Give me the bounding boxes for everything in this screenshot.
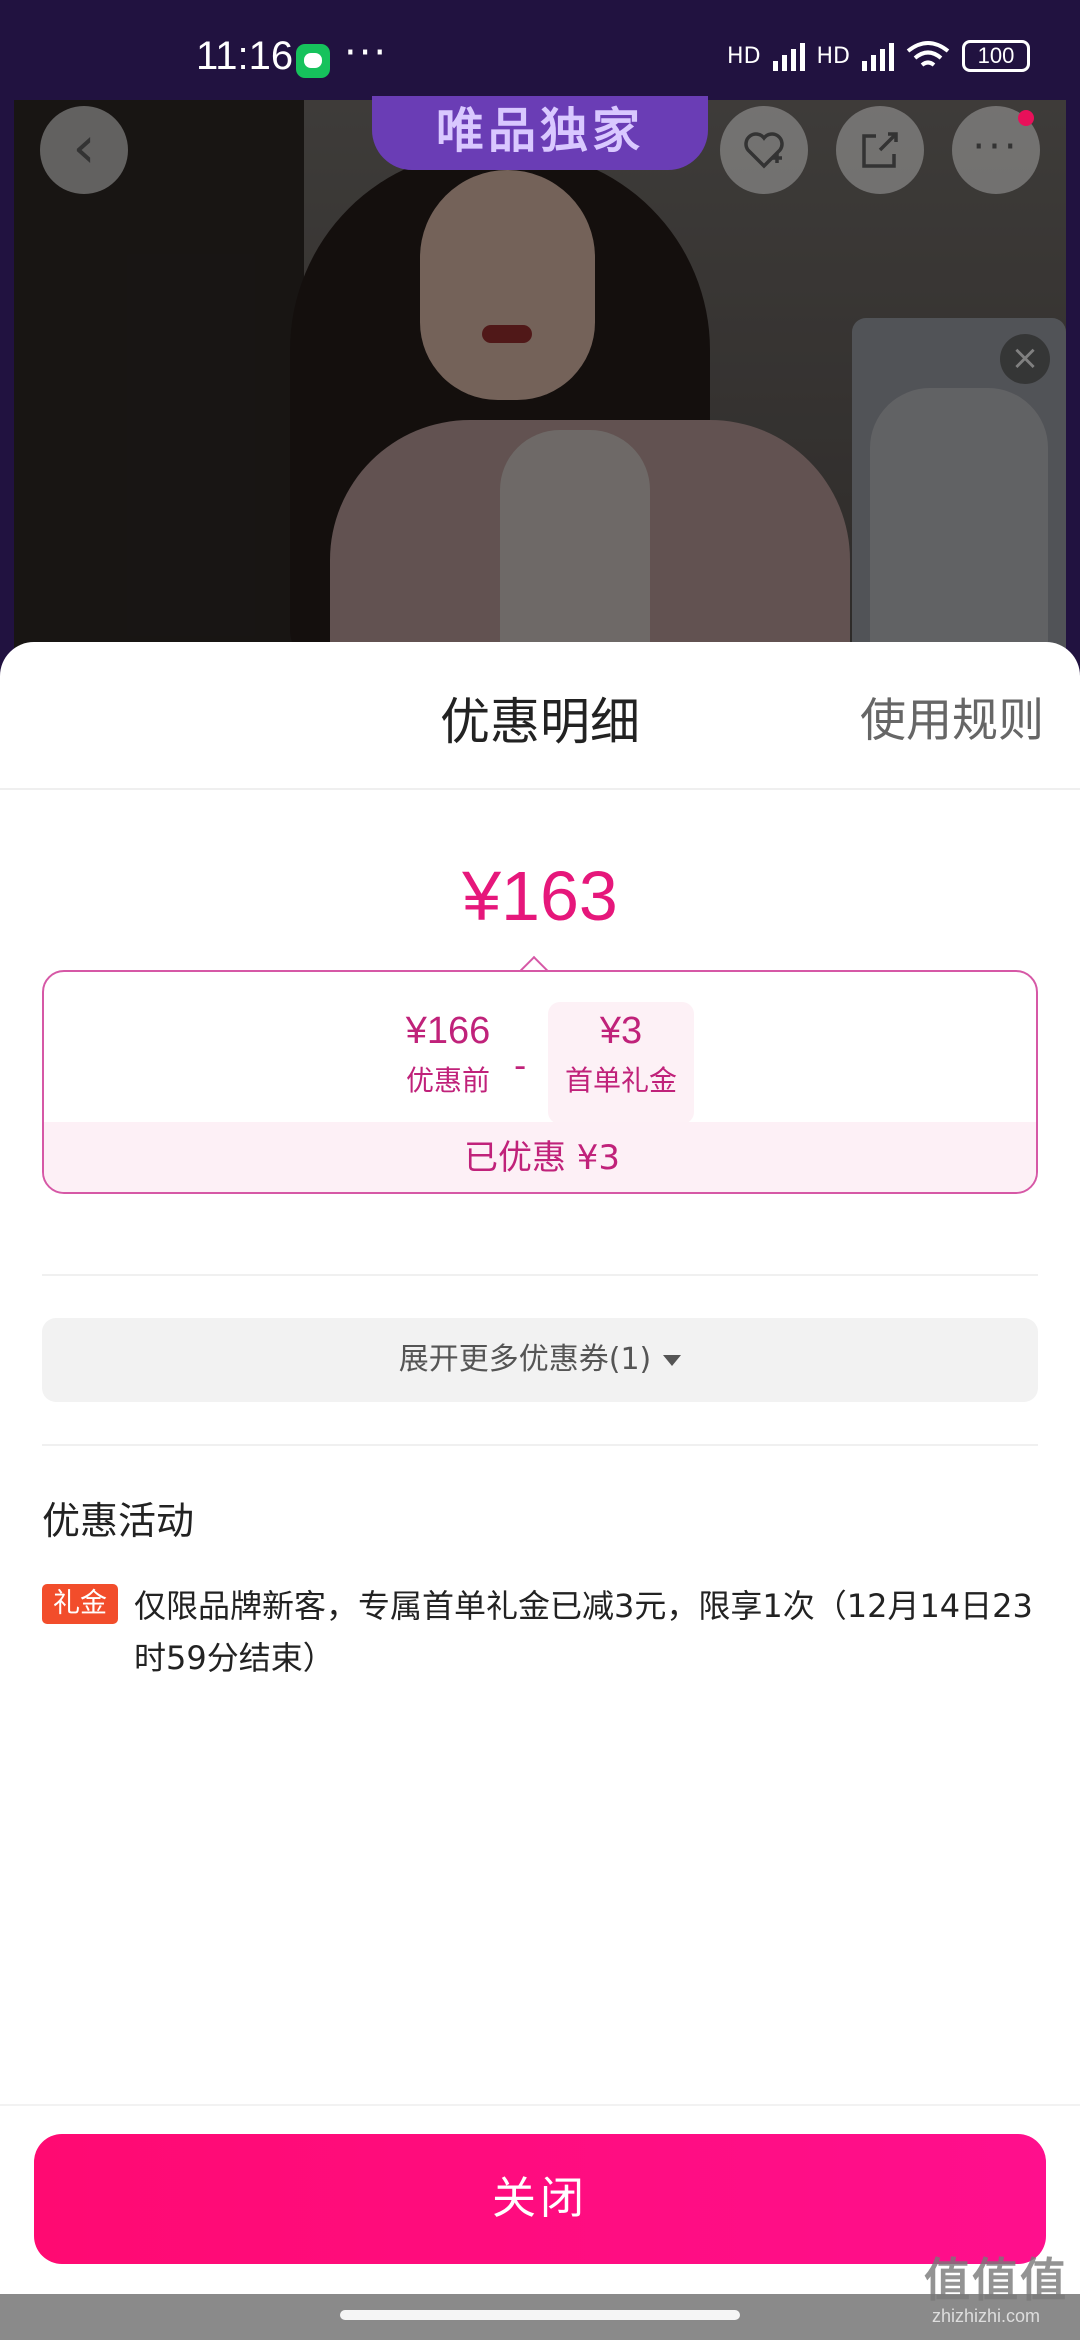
price-before: ¥166 优惠前 (378, 1002, 518, 1099)
watermark-logo: 值值值 (924, 2253, 1068, 2307)
status-time: 11:16 (196, 34, 294, 78)
vip-exclusive-banner: 唯品独家 (372, 96, 708, 170)
heart-plus-icon (744, 132, 784, 169)
sheet-header: 优惠明细 使用规则 (0, 642, 1080, 790)
share-icon (862, 132, 898, 168)
promo-section-title: 优惠活动 (42, 1499, 195, 1543)
total-saved: 已优惠 ¥3 (44, 1122, 1036, 1192)
discount-detail-sheet: 优惠明细 使用规则 ¥163 ¥166 优惠前 - ¥3 首单礼金 已优惠 ¥3… (0, 642, 1080, 2294)
status-indicators: HD HD 100 (727, 40, 1030, 72)
message-app-icon (296, 44, 330, 78)
promo-description: 仅限品牌新客，专属首单礼金已减3元，限享1次（12月14日23时59分结束） (134, 1587, 1033, 1677)
gift-label: 首单礼金 (564, 1064, 677, 1097)
signal-icon (772, 41, 805, 71)
expand-coupons-button[interactable]: 展开更多优惠券(1) (42, 1318, 1038, 1402)
close-button[interactable]: 关闭 (34, 2134, 1046, 2264)
battery-icon: 100 (962, 40, 1030, 72)
status-bar: 11:16 ··· HD HD 100 (0, 0, 1080, 96)
divider (42, 1444, 1038, 1446)
watermark-url: zhizhizhi.com (932, 2306, 1041, 2326)
notification-dot (1018, 110, 1034, 126)
signal-icon-2 (862, 41, 894, 71)
system-nav-bar (0, 2294, 1080, 2340)
home-indicator[interactable] (340, 2310, 740, 2320)
gift-amount: ¥3 (599, 1010, 643, 1052)
chevron-left-icon: ‹ (72, 113, 96, 181)
first-order-gift: ¥3 首单礼金 (548, 1002, 694, 1124)
price-calculation: ¥166 优惠前 - ¥3 首单礼金 已优惠 ¥3 (42, 970, 1038, 1194)
share-button[interactable] (836, 106, 924, 194)
wifi-icon (906, 41, 950, 67)
back-button[interactable]: ‹ (40, 106, 128, 194)
price-before-amount: ¥166 (405, 1010, 491, 1052)
signal-label-2: HD (816, 43, 850, 69)
price-before-label: 优惠前 (405, 1064, 490, 1097)
gift-tag: 礼金 (42, 1584, 118, 1624)
final-price: ¥163 (462, 857, 618, 935)
more-notifications-icon: ··· (344, 30, 389, 76)
signal-label: HD (727, 43, 761, 69)
calc-row: ¥166 优惠前 - ¥3 首单礼金 (44, 1002, 1036, 1124)
usage-rules-link[interactable]: 使用规则 (860, 684, 1044, 750)
more-icon: ··· (972, 124, 1020, 170)
expand-coupons-label: 展开更多优惠券(1) (398, 1342, 652, 1377)
caret-down-icon (663, 1355, 682, 1366)
divider (0, 2104, 1080, 2106)
minus-sign: - (514, 1046, 527, 1086)
divider (42, 1274, 1038, 1276)
favorite-button[interactable] (720, 106, 808, 194)
